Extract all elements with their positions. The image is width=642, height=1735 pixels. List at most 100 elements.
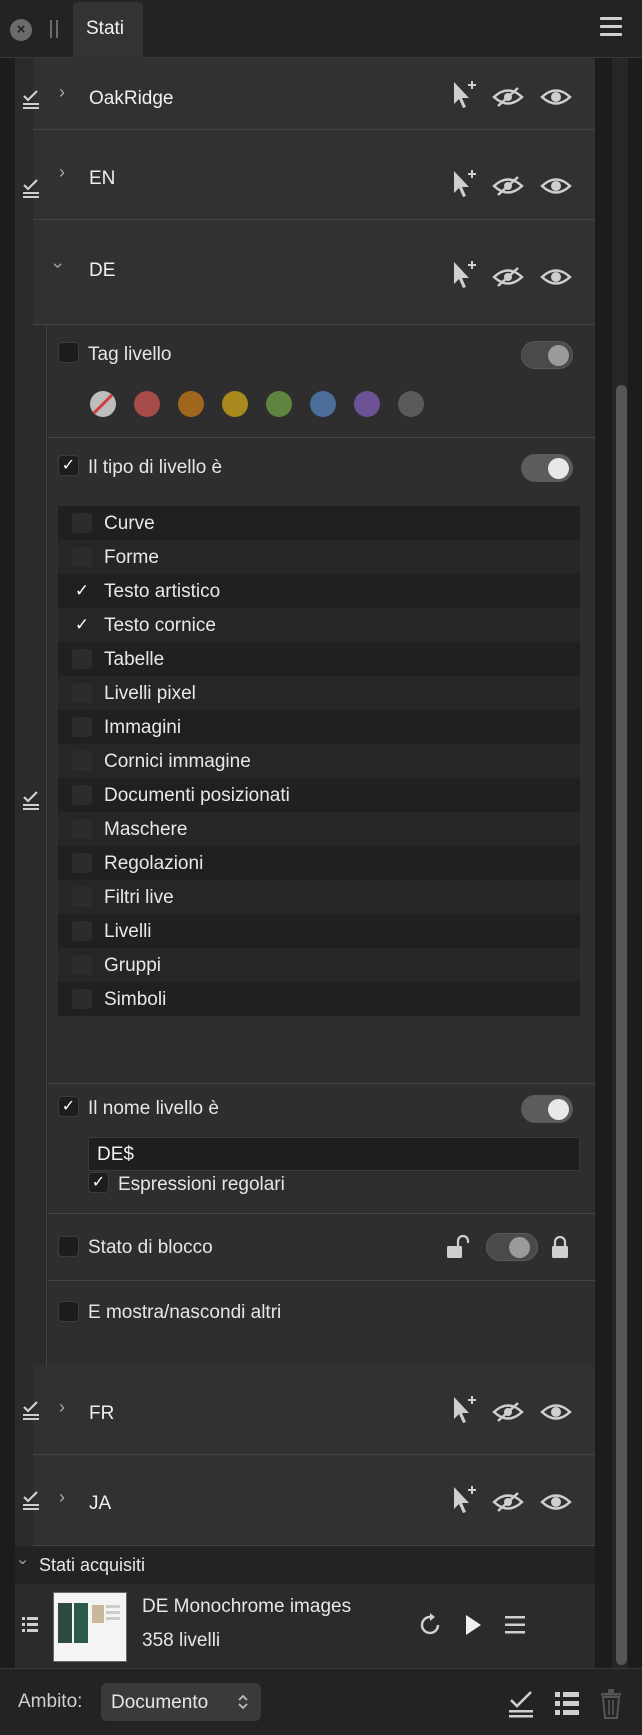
add-acquired-state-icon[interactable] <box>554 1691 580 1717</box>
layer-name-label: Il nome livello è <box>88 1098 219 1119</box>
show-icon[interactable] <box>540 266 572 288</box>
hide-others-icon[interactable] <box>492 86 524 108</box>
show-icon[interactable] <box>540 1401 572 1423</box>
tag-orange-swatch[interactable] <box>178 391 204 417</box>
layer-type-toggle[interactable] <box>521 454 573 482</box>
add-state-icon[interactable] <box>508 1690 534 1718</box>
tag-blue-swatch[interactable] <box>310 391 336 417</box>
layer-type-checkbox[interactable] <box>72 989 92 1009</box>
state-checklist-icon[interactable] <box>22 1400 40 1420</box>
layer-type-item[interactable]: Documenti posizionati <box>58 778 580 812</box>
chevron-down-icon[interactable]: › <box>48 263 69 269</box>
show-icon[interactable] <box>540 86 572 108</box>
state-name: OakRidge <box>89 88 174 109</box>
scrollbar-thumb[interactable] <box>616 385 627 1665</box>
select-layers-icon[interactable] <box>452 1485 478 1515</box>
state-checklist-icon[interactable] <box>22 178 40 198</box>
show-icon[interactable] <box>540 175 572 197</box>
acquired-state-item[interactable]: DE Monochrome images 358 livelli <box>15 1584 595 1668</box>
state-de-filters: Tag livello ✓ Il tipo di livello è Curve… <box>48 325 595 1365</box>
hide-others-icon[interactable] <box>492 266 524 288</box>
chevron-down-icon[interactable]: › <box>14 1559 32 1564</box>
scope-dropdown[interactable]: Documento <box>101 1683 261 1721</box>
tag-toggle[interactable] <box>521 341 573 369</box>
select-layers-icon[interactable] <box>452 1395 478 1425</box>
layer-type-item[interactable]: Gruppi <box>58 948 580 982</box>
layer-type-item[interactable]: ✓ Testo cornice <box>58 608 580 642</box>
trash-icon[interactable] <box>600 1689 622 1719</box>
state-checklist-icon[interactable] <box>22 1490 40 1510</box>
chevron-right-icon[interactable]: › <box>59 1487 65 1508</box>
refresh-icon[interactable] <box>418 1613 442 1637</box>
panel-title-bar: × Stati <box>0 0 642 58</box>
layer-type-checkbox[interactable] <box>72 683 92 703</box>
item-menu-icon[interactable] <box>505 1616 525 1634</box>
select-layers-icon[interactable] <box>452 260 478 290</box>
show-icon[interactable] <box>540 1491 572 1513</box>
layer-type-item[interactable]: Livelli pixel <box>58 676 580 710</box>
layer-type-item[interactable]: Curve <box>58 506 580 540</box>
layer-type-item[interactable]: Livelli <box>58 914 580 948</box>
tag-yellow-swatch[interactable] <box>222 391 248 417</box>
hide-others-icon[interactable] <box>492 1401 524 1423</box>
layer-type-checkbox[interactable] <box>72 649 92 669</box>
layer-type-item[interactable]: Forme <box>58 540 580 574</box>
layer-type-item[interactable]: Simboli <box>58 982 580 1016</box>
hide-others-icon[interactable] <box>492 1491 524 1513</box>
layer-type-checkbox[interactable] <box>72 887 92 907</box>
tag-red-swatch[interactable] <box>134 391 160 417</box>
layer-type-checkbox[interactable] <box>72 547 92 567</box>
tag-green-swatch[interactable] <box>266 391 292 417</box>
layer-type-checkbox[interactable] <box>72 819 92 839</box>
tag-none-swatch[interactable] <box>90 391 116 417</box>
layer-type-checkbox[interactable] <box>72 921 92 941</box>
play-icon[interactable] <box>464 1614 482 1636</box>
layer-type-item[interactable]: Regolazioni <box>58 846 580 880</box>
hide-others-icon[interactable] <box>492 175 524 197</box>
layer-name-toggle[interactable] <box>521 1095 573 1123</box>
layer-type-checkbox[interactable] <box>72 513 92 533</box>
acquired-states-header[interactable]: › Stati acquisiti <box>15 1546 595 1584</box>
close-panel-icon[interactable]: × <box>10 19 32 41</box>
tag-gray-swatch[interactable] <box>398 391 424 417</box>
layer-name-input[interactable]: DE$ <box>88 1137 580 1171</box>
chevron-right-icon[interactable]: › <box>59 1397 65 1418</box>
layer-type-item[interactable]: Filtri live <box>58 880 580 914</box>
layer-type-checkbox[interactable] <box>72 751 92 771</box>
lock-checkbox[interactable] <box>58 1236 79 1257</box>
regex-checkbox[interactable]: ✓ <box>88 1172 109 1193</box>
layer-type-item[interactable]: Tabelle <box>58 642 580 676</box>
layer-type-label: Simboli <box>104 989 167 1010</box>
layer-type-checkbox[interactable] <box>72 955 92 975</box>
layer-type-checkbox[interactable] <box>72 717 92 737</box>
select-layers-icon[interactable] <box>452 80 478 110</box>
layer-type-item[interactable]: Maschere <box>58 812 580 846</box>
lock-toggle[interactable] <box>486 1233 538 1261</box>
layer-type-checkbox[interactable]: ✓ <box>58 455 79 476</box>
state-name: FR <box>89 1403 115 1424</box>
layer-type-checkbox[interactable]: ✓ <box>72 581 92 601</box>
tab-stati[interactable]: Stati <box>73 2 143 58</box>
layer-type-item[interactable]: Immagini <box>58 710 580 744</box>
layer-type-checkbox[interactable] <box>72 785 92 805</box>
chevron-right-icon[interactable]: › <box>59 82 65 103</box>
lock-section: Stato di blocco <box>48 1214 595 1281</box>
lock-icon <box>552 1235 568 1258</box>
panel-menu-icon[interactable] <box>600 17 622 37</box>
tag-purple-swatch[interactable] <box>354 391 380 417</box>
tag-section: Tag livello <box>48 325 595 438</box>
layer-type-checkbox[interactable] <box>72 853 92 873</box>
drag-handle-icon[interactable] <box>50 20 58 38</box>
layer-type-item[interactable]: ✓ Testo artistico <box>58 574 580 608</box>
state-checklist-icon[interactable] <box>22 790 40 810</box>
layer-type-item[interactable]: Cornici immagine <box>58 744 580 778</box>
layer-type-checkbox[interactable]: ✓ <box>72 615 92 635</box>
select-layers-icon[interactable] <box>452 169 478 199</box>
layer-type-label: Filtri live <box>104 887 174 908</box>
others-checkbox[interactable] <box>58 1301 79 1322</box>
state-list-icon[interactable] <box>21 1616 39 1636</box>
state-checklist-icon[interactable] <box>22 89 40 109</box>
tag-checkbox[interactable] <box>58 342 79 363</box>
layer-name-checkbox[interactable]: ✓ <box>58 1096 79 1117</box>
chevron-right-icon[interactable]: › <box>59 162 65 183</box>
